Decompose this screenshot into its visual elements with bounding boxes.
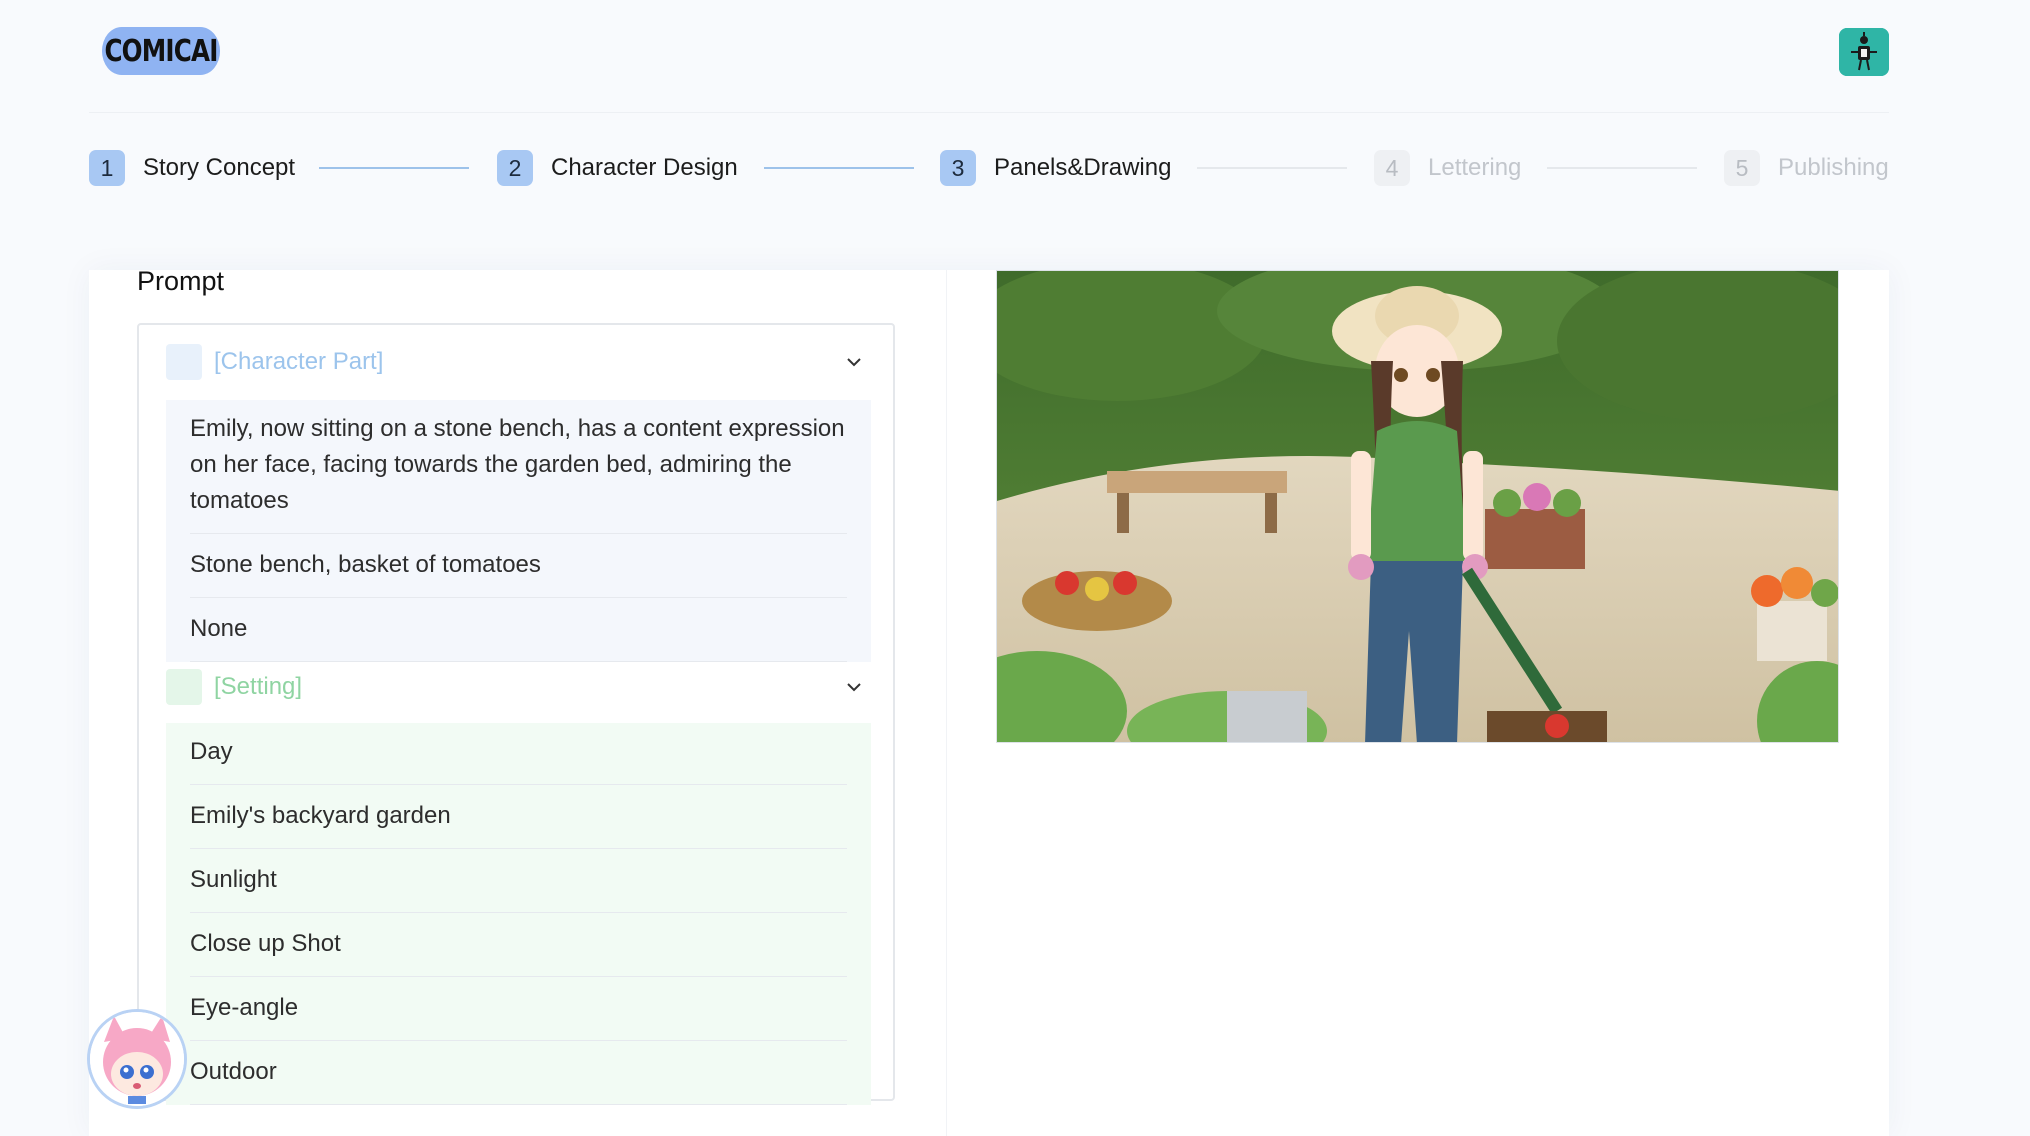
step-story-concept[interactable]: 1 Story Concept: [89, 150, 295, 186]
setting-title: [Setting]: [214, 673, 303, 700]
setting-header[interactable]: [Setting]: [166, 669, 866, 705]
step-number: 4: [1374, 150, 1410, 186]
setting-swatch: [166, 669, 202, 705]
mascot-avatar-icon: [90, 1012, 184, 1106]
step-connector: [1197, 167, 1347, 169]
character-part-list: Emily, now sitting on a stone bench, has…: [166, 400, 871, 662]
step-number: 3: [940, 150, 976, 186]
step-number: 2: [497, 150, 533, 186]
robot-avatar-icon: [1839, 28, 1889, 76]
step-label: Character Design: [551, 154, 738, 181]
list-item[interactable]: Eye-angle: [190, 977, 847, 1041]
list-item[interactable]: Emily, now sitting on a stone bench, has…: [190, 400, 847, 534]
prompt-panel: [Character Part] Emily, now sitting on a…: [137, 323, 895, 1105]
list-item[interactable]: Day: [190, 723, 847, 785]
progress-stepper: 1 Story Concept 2 Character Design 3 Pan…: [89, 150, 1889, 186]
column-divider: [946, 270, 947, 1136]
app-logo[interactable]: COMICAI: [101, 27, 221, 75]
list-item[interactable]: Stone bench, basket of tomatoes: [190, 534, 847, 598]
step-character-design[interactable]: 2 Character Design: [497, 150, 738, 186]
step-number: 5: [1724, 150, 1760, 186]
step-publishing[interactable]: 5 Publishing: [1724, 150, 1889, 186]
step-label: Panels&Drawing: [994, 154, 1172, 181]
list-item[interactable]: Emily's backyard garden: [190, 785, 847, 849]
list-item[interactable]: Close up Shot: [190, 913, 847, 977]
list-item[interactable]: Sunlight: [190, 849, 847, 913]
character-part-title: [Character Part]: [214, 348, 384, 375]
chevron-down-icon[interactable]: [842, 675, 866, 699]
character-part-header[interactable]: [Character Part]: [166, 344, 866, 380]
setting-list: Day Emily's backyard garden Sunlight Clo…: [166, 723, 871, 1105]
list-item[interactable]: Outdoor: [190, 1041, 847, 1105]
step-lettering[interactable]: 4 Lettering: [1374, 150, 1521, 186]
step-connector: [764, 167, 914, 169]
header-divider: [89, 112, 1889, 113]
user-avatar[interactable]: [1839, 28, 1889, 76]
step-connector: [319, 167, 469, 169]
generated-panel-image[interactable]: [996, 270, 1839, 743]
step-connector: [1547, 167, 1697, 169]
garden-illustration: [997, 271, 1838, 742]
step-label: Story Concept: [143, 154, 296, 181]
character-swatch: [166, 344, 202, 380]
list-item[interactable]: None: [190, 598, 847, 662]
step-number: 1: [89, 150, 125, 186]
step-panels-drawing[interactable]: 3 Panels&Drawing: [940, 150, 1171, 186]
top-header: COMICAI: [0, 0, 2030, 113]
step-label: Publishing: [1778, 154, 1889, 181]
chevron-down-icon[interactable]: [842, 350, 866, 374]
prompt-title: Prompt: [137, 266, 225, 296]
step-label: Lettering: [1428, 154, 1522, 181]
assistant-mascot-button[interactable]: [87, 1009, 187, 1109]
